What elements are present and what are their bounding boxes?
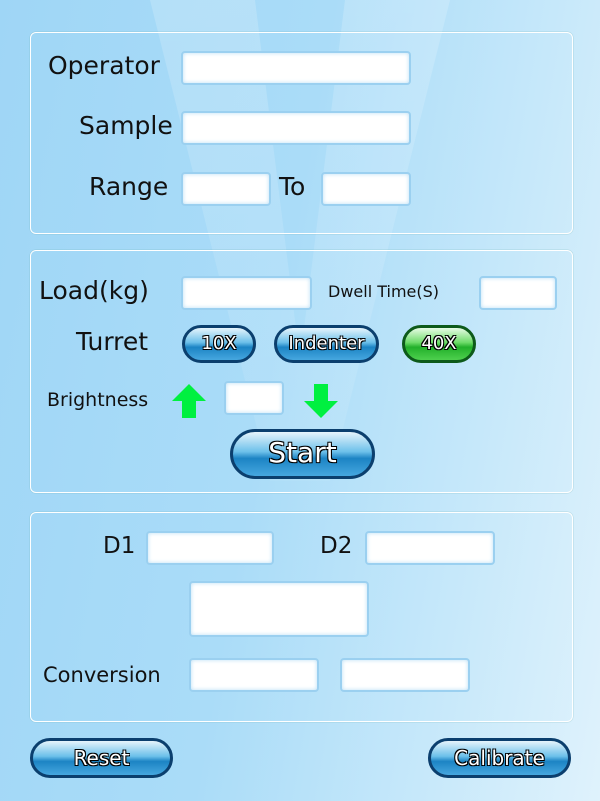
load-input[interactable]: [181, 276, 312, 310]
operator-label: Operator: [48, 51, 160, 80]
d2-input[interactable]: [365, 531, 495, 565]
turret-indenter-button[interactable]: Indenter: [274, 325, 379, 363]
brightness-input[interactable]: [224, 381, 284, 415]
load-label: Load(kg): [39, 276, 149, 305]
range-from-input[interactable]: [181, 172, 271, 206]
reset-button[interactable]: Reset: [30, 738, 173, 778]
conversion-label: Conversion: [43, 663, 161, 687]
range-to-input[interactable]: [321, 172, 411, 206]
turret-label: Turret: [76, 327, 149, 356]
sample-input[interactable]: [181, 111, 411, 145]
range-to-label: To: [279, 172, 306, 201]
d1-input[interactable]: [146, 531, 274, 565]
d2-label: D2: [320, 533, 353, 559]
sample-label: Sample: [79, 111, 173, 140]
d1-label: D1: [103, 533, 136, 559]
range-label: Range: [89, 172, 169, 201]
result-display: [189, 581, 369, 637]
brightness-label: Brightness: [47, 389, 149, 411]
identity-panel: Operator Sample Range To: [30, 32, 573, 234]
arrow-down-icon[interactable]: [304, 384, 338, 418]
turret-10x-button[interactable]: 10X: [182, 325, 256, 363]
dwell-time-label: Dwell Time(S): [328, 282, 440, 301]
operator-input[interactable]: [181, 51, 411, 85]
conversion-input-1[interactable]: [189, 658, 319, 692]
conversion-input-2[interactable]: [340, 658, 470, 692]
results-panel: D1 D2 Conversion: [30, 512, 573, 722]
calibrate-button[interactable]: Calibrate: [428, 738, 571, 778]
dwell-time-input[interactable]: [479, 276, 557, 310]
arrow-up-icon[interactable]: [172, 384, 206, 418]
test-panel: Load(kg) Dwell Time(S) Turret 10X Indent…: [30, 250, 573, 493]
start-button[interactable]: Start: [230, 429, 375, 479]
turret-40x-button[interactable]: 40X: [402, 325, 476, 363]
